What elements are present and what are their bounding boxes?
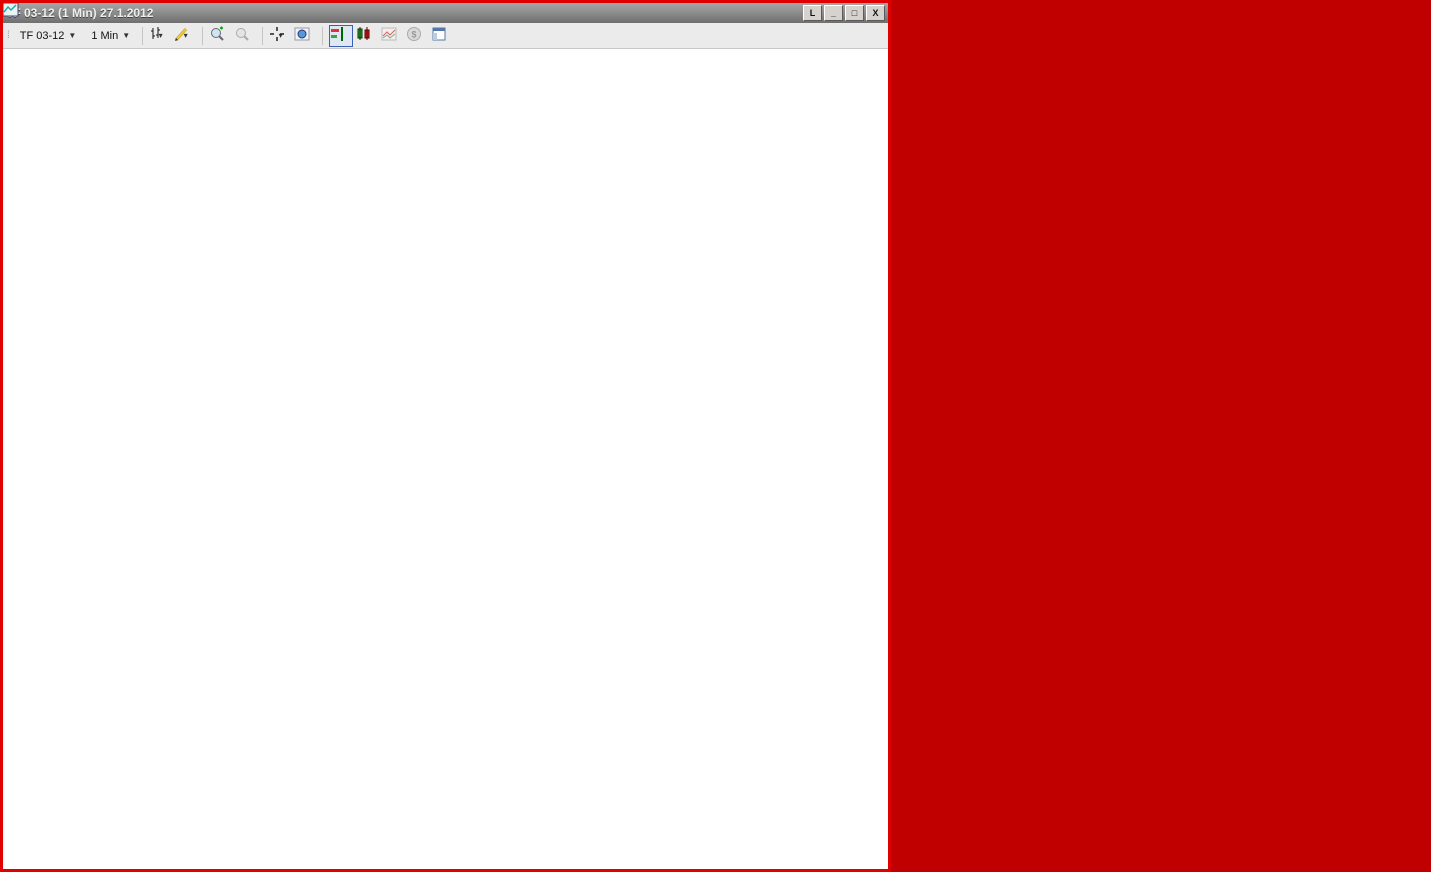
window-title: TF 03-12 (1 Min) 27.1.2012 [6, 6, 154, 20]
crosshair-button[interactable]: ▾ [269, 26, 291, 46]
zoom-in-icon [211, 26, 224, 41]
close-button[interactable]: X [866, 5, 885, 21]
properties-button[interactable] [431, 26, 453, 46]
style-candles-button[interactable] [356, 26, 378, 46]
zoom-out-button[interactable] [234, 26, 256, 46]
toolbar-grip: ⁞ [7, 30, 10, 41]
layout-button[interactable]: L [803, 5, 822, 21]
toolbar-separator [262, 26, 264, 45]
pencil-button[interactable]: ▾ [174, 26, 196, 46]
chevron-down-icon: ▼ [122, 31, 131, 40]
chart-window-1min: TF 03-12 (1 Min) 27.1.2012 L _ □ X ⁞ TF 03-12 ▼… [0, 0, 891, 872]
series-style-button[interactable]: ▾ [149, 26, 171, 46]
window-buttons: L _ □ X [803, 5, 885, 21]
toolbar-separator [142, 26, 144, 45]
instrument-label: TF 03-12 [19, 29, 65, 42]
maximize-button[interactable]: □ [845, 5, 864, 21]
chevron-down-icon: ▼ [68, 31, 77, 40]
instrument-select[interactable]: TF 03-12 ▼ [13, 26, 83, 45]
properties-icon [432, 27, 446, 40]
zoom-out-icon [236, 27, 249, 41]
toolbar: ⁞ TF 03-12 ▼ 1 Min ▼ ▾ ▾ ▾ $ [3, 23, 888, 49]
pencil-icon [175, 27, 188, 41]
snapshot-icon [294, 27, 310, 40]
interval-label: 1 Min [91, 29, 119, 42]
titlebar: TF 03-12 (1 Min) 27.1.2012 L _ □ X [3, 3, 888, 23]
zoom-in-button[interactable] [209, 26, 231, 46]
snapshot-button[interactable] [294, 26, 316, 46]
ninjatrader-workspace: { "app": { "copyright": "© 2012 NinjaTra… [0, 0, 1431, 872]
svg-text:$: $ [412, 29, 417, 39]
series-style-icon [151, 26, 161, 39]
style-hbars-button[interactable] [329, 24, 354, 47]
dollar-icon: $ [407, 26, 422, 41]
crosshair-icon [270, 26, 285, 41]
style-line-button[interactable] [381, 26, 403, 46]
style-line-icon [381, 27, 397, 40]
toolbar-separator [322, 26, 324, 45]
style-candles-icon [357, 26, 370, 40]
minimize-button[interactable]: _ [824, 5, 843, 21]
toolbar-separator [202, 26, 204, 45]
interval-select[interactable]: 1 Min ▼ [85, 26, 137, 45]
app-icon [3, 3, 19, 17]
style-hbars-icon [331, 26, 344, 41]
chart-canvas[interactable] [3, 49, 888, 869]
dollar-button[interactable]: $ [406, 26, 428, 46]
